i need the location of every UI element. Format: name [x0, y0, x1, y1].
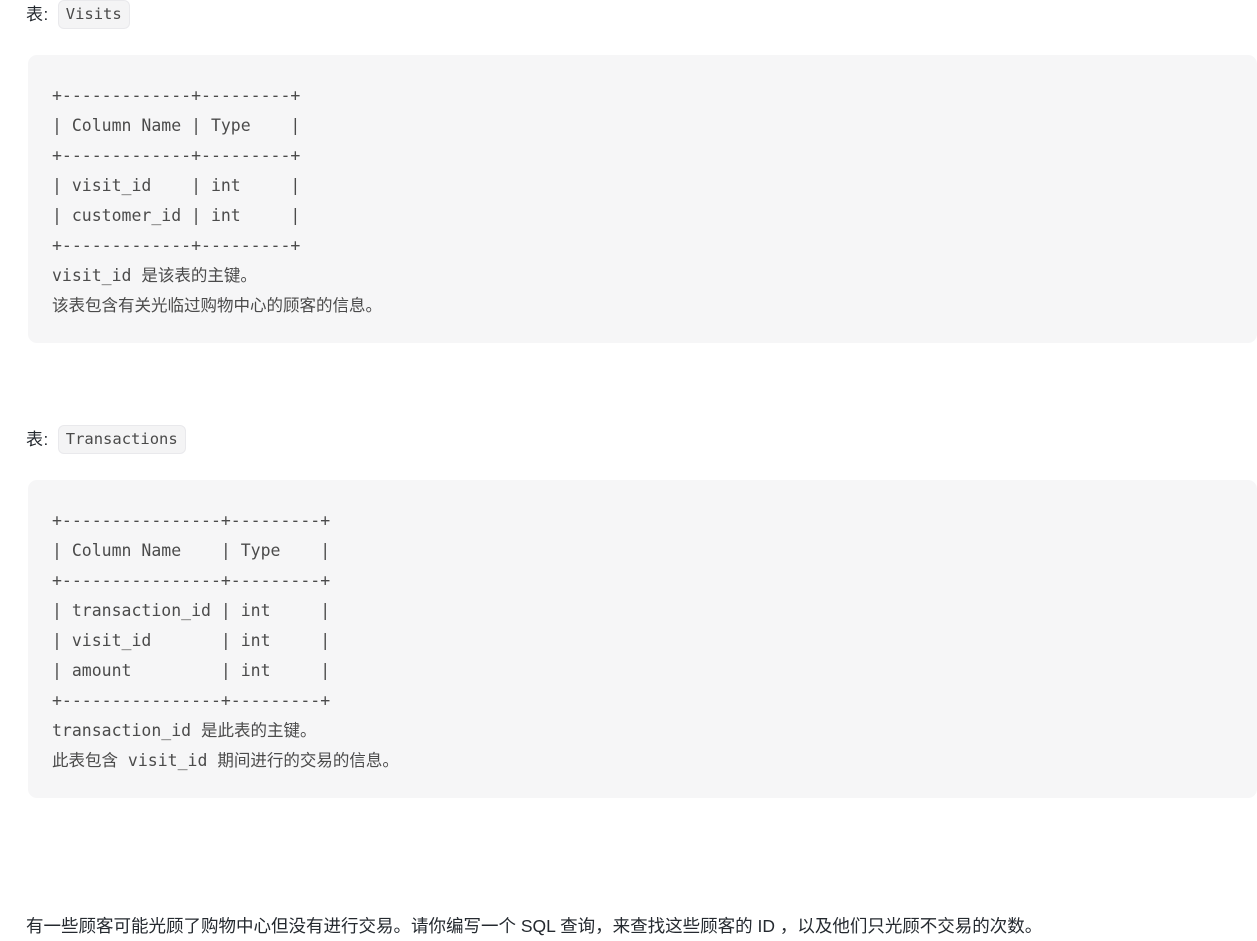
schema-ascii-table-visits: +-------------+---------+ | Column Name …	[52, 86, 301, 255]
document-page: 表: Visits +-------------+---------+ | Co…	[0, 0, 1257, 939]
schema-note-transactions-primary-key: transaction_id 是此表的主键。	[52, 721, 317, 740]
problem-statement-paragraph: 有一些顾客可能光顾了购物中心但没有进行交易。请你编写一个 SQL 查询，来查找这…	[26, 915, 1043, 936]
schema-note-visits-description: 该表包含有关光临过购物中心的顾客的信息。	[52, 296, 382, 315]
schema-note-visits-primary-key: visit_id 是该表的主键。	[52, 266, 257, 285]
caption-code-visits: Visits	[57, 0, 130, 29]
schema-ascii-table-transactions: +----------------+---------+ | Column Na…	[52, 511, 331, 710]
caption-code-transactions: Transactions	[57, 425, 186, 454]
schema-codeblock-transactions: +----------------+---------+ | Column Na…	[28, 480, 1257, 798]
caption-label-visits: 表:	[26, 4, 49, 24]
caption-label-transactions: 表:	[26, 429, 49, 449]
table-caption-visits: 表: Visits	[0, 0, 1257, 29]
table-caption-transactions: 表: Transactions	[0, 425, 1257, 454]
schema-codeblock-visits: +-------------+---------+ | Column Name …	[28, 55, 1257, 343]
schema-note-transactions-description: 此表包含 visit_id 期间进行的交易的信息。	[52, 751, 399, 770]
